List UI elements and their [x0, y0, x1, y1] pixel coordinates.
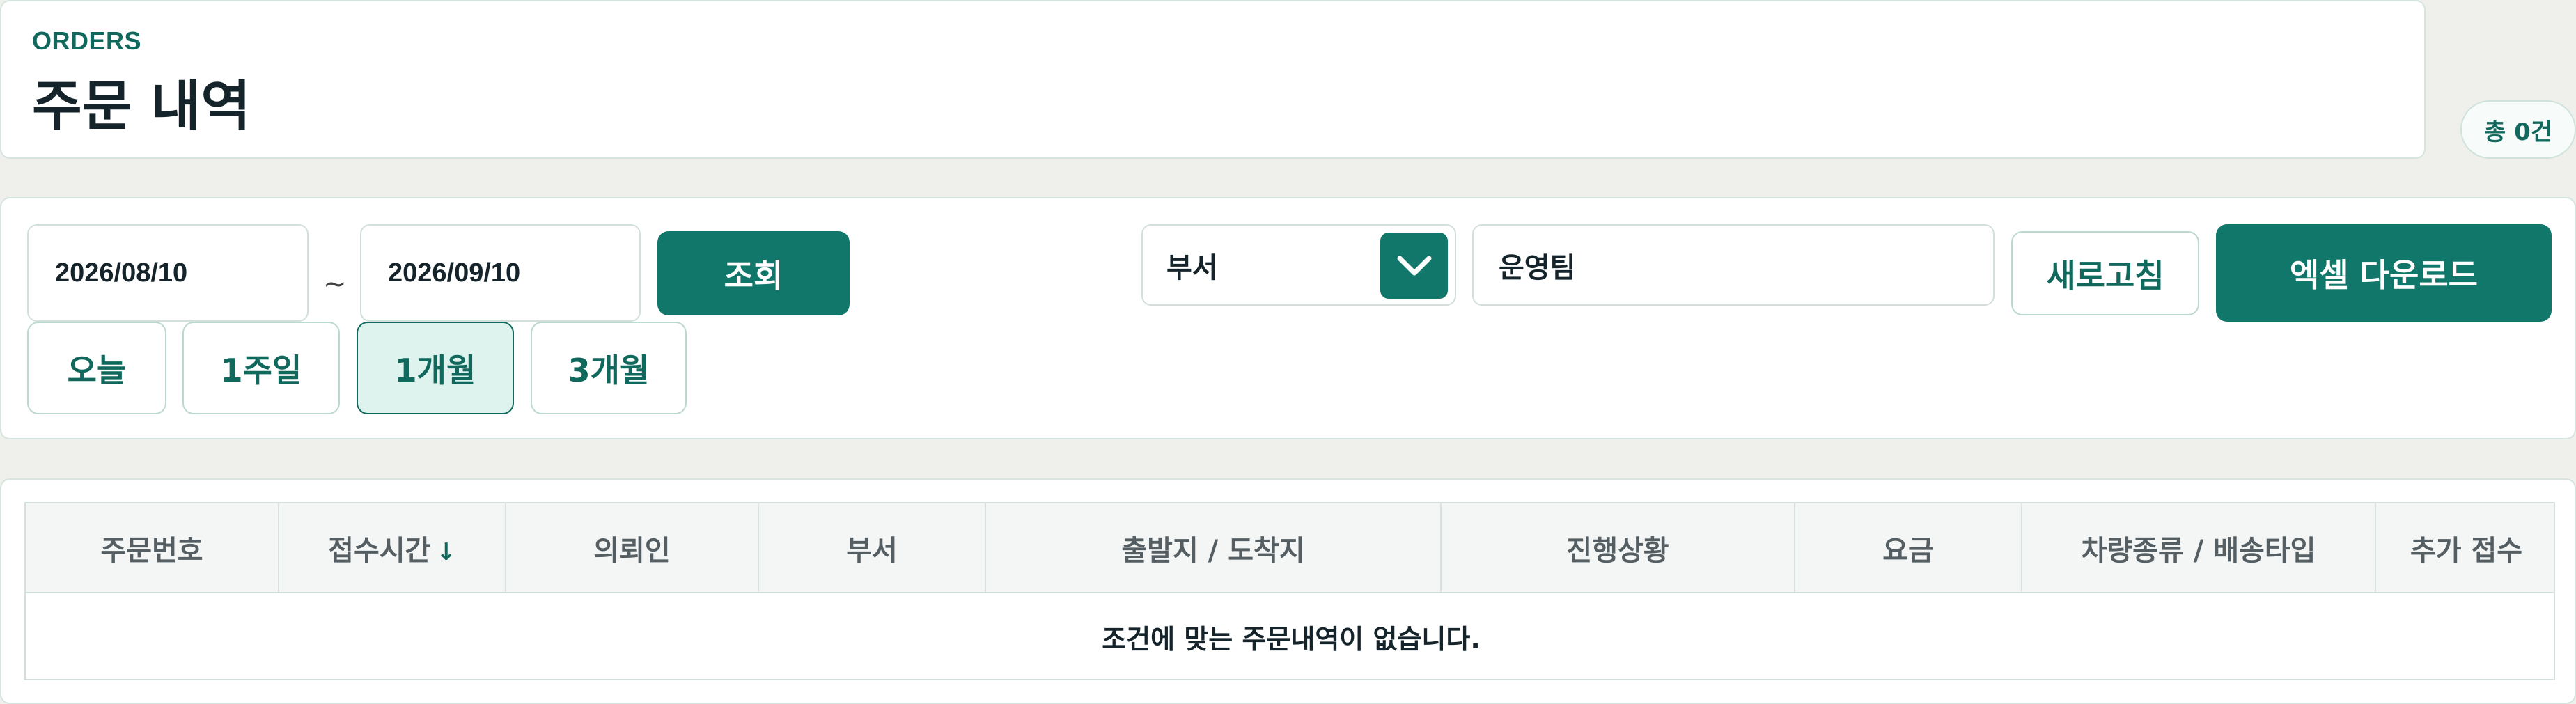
sort-desc-icon[interactable]: ↓ [436, 538, 456, 566]
range-today-button[interactable]: 오늘 [27, 322, 166, 414]
dept-select-value: 부서 [1166, 251, 1218, 284]
search-button[interactable]: 조회 [657, 231, 850, 315]
page-title: 주문 내역 [32, 75, 251, 138]
table-row: 조건에 맞는 주문내역이 없습니다. [26, 593, 2554, 679]
page-eyebrow: ORDERS [32, 26, 142, 55]
col-fee[interactable]: 요금 [1795, 503, 2022, 593]
col-department[interactable]: 부서 [758, 503, 986, 593]
filter-panel: 2026/08/10 ~ 2026/09/10 조회 오늘 1주일 1개월 3개… [0, 197, 2576, 439]
page-header: ORDERS 주문 내역 [0, 0, 2426, 159]
col-received-time-label: 접수시간 [328, 534, 431, 567]
refresh-button[interactable]: 새로고침 [2011, 231, 2199, 315]
date-from-input[interactable]: 2026/08/10 [27, 224, 309, 322]
orders-table-panel: 주문번호 접수시간 ↓ 의뢰인 부서 출발지 / 도착지 진행상황 요금 차량종류… [0, 478, 2576, 704]
date-to-input[interactable]: 2026/09/10 [360, 224, 641, 322]
excel-download-button[interactable]: 엑셀 다운로드 [2216, 224, 2552, 322]
range-1week-button[interactable]: 1주일 [182, 322, 340, 414]
range-3month-button[interactable]: 3개월 [531, 322, 687, 414]
col-received-time[interactable]: 접수시간 ↓ [279, 503, 506, 593]
range-1month-button[interactable]: 1개월 [357, 322, 514, 414]
col-status[interactable]: 진행상황 [1441, 503, 1795, 593]
orders-table: 주문번호 접수시간 ↓ 의뢰인 부서 출발지 / 도착지 진행상황 요금 차량종류… [24, 502, 2555, 680]
col-client[interactable]: 의뢰인 [506, 503, 759, 593]
col-additional-order[interactable]: 추가 접수 [2375, 503, 2554, 593]
col-vehicle-delivery-type[interactable]: 차량종류 / 배송타입 [2022, 503, 2376, 593]
chevron-down-icon[interactable] [1380, 233, 1448, 299]
date-range-separator: ~ [323, 268, 347, 300]
total-count-badge: 총 0건 [2460, 100, 2576, 159]
empty-state-message: 조건에 맞는 주문내역이 없습니다. [1102, 624, 1481, 655]
col-order-number[interactable]: 주문번호 [26, 503, 279, 593]
dept-search-input[interactable] [1472, 224, 1995, 306]
dept-select[interactable]: 부서 [1141, 224, 1456, 306]
table-header-row: 주문번호 접수시간 ↓ 의뢰인 부서 출발지 / 도착지 진행상황 요금 차량종류… [26, 503, 2554, 593]
col-origin-destination[interactable]: 출발지 / 도착지 [985, 503, 1442, 593]
